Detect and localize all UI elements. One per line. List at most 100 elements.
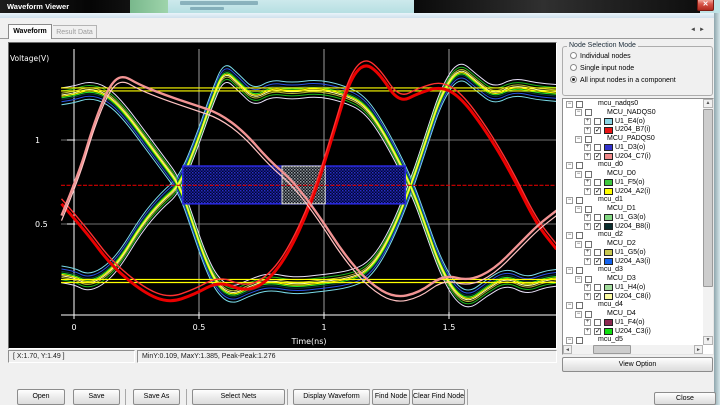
checkbox[interactable] [585,109,592,116]
tree-row[interactable]: −mcu_d3 [563,266,704,275]
tree-row[interactable]: +✓U204_C3(i) [563,328,704,337]
checkbox[interactable] [576,267,583,274]
scroll-down-icon[interactable]: ▼ [703,336,713,345]
tab-result-data[interactable]: Result Data [53,25,97,39]
checkbox[interactable]: ✓ [594,223,601,230]
checkbox[interactable]: ✓ [594,258,601,265]
tree-row[interactable]: −MCU_PADQS0 [563,135,704,144]
expand-icon[interactable]: + [584,179,591,186]
checkbox[interactable] [585,241,592,248]
collapse-icon[interactable]: − [566,232,573,239]
tree-row[interactable]: +U1_E4(o) [563,118,704,127]
window-titlebar[interactable]: Waveform Viewer ✕ [0,0,720,13]
radio-icon[interactable] [570,52,577,59]
tree-row[interactable]: −MCU_D4 [563,310,704,319]
collapse-icon[interactable]: − [575,136,582,143]
checkbox[interactable]: ✓ [594,293,601,300]
collapse-icon[interactable]: − [566,302,573,309]
tree-row[interactable]: +✓U204_B7(i) [563,126,704,135]
checkbox[interactable] [576,232,583,239]
tree-row[interactable]: −mcu_d0 [563,161,704,170]
tree-row[interactable]: +U1_H4(o) [563,284,704,293]
expand-icon[interactable]: + [584,144,591,151]
checkbox[interactable] [594,179,601,186]
tree-row[interactable]: −MCU_D0 [563,170,704,179]
save-button[interactable]: Save [73,389,120,405]
checkbox[interactable] [594,249,601,256]
tree-row[interactable]: −MCU_D2 [563,240,704,249]
checkbox[interactable] [576,101,583,108]
tree-row[interactable]: +U1_F5(o) [563,179,704,188]
tree-row[interactable]: +U1_G5(o) [563,249,704,258]
collapse-icon[interactable]: − [575,109,582,116]
expand-icon[interactable]: + [584,328,591,335]
tree-row[interactable]: +U1_F4(o) [563,319,704,328]
expand-icon[interactable]: + [584,118,591,125]
checkbox[interactable] [585,206,592,213]
radio-icon[interactable] [570,64,577,71]
tree-row[interactable]: +✓U204_B8(i) [563,223,704,232]
find-node-button[interactable]: Find Node [372,389,410,405]
tree-row[interactable]: −mcu_d4 [563,301,704,310]
expand-icon[interactable]: + [584,214,591,221]
checkbox[interactable] [576,337,583,344]
collapse-icon[interactable]: − [566,337,573,344]
tree-row[interactable]: −mcu_d5 [563,336,704,345]
checkbox[interactable]: ✓ [594,127,601,134]
checkbox[interactable] [594,214,601,221]
checkbox[interactable] [594,144,601,151]
waveform-chart[interactable]: Voltage(V)00.511.510.5Time(ns) [9,43,556,348]
close-button[interactable]: Close [654,392,716,405]
checkbox[interactable]: ✓ [594,328,601,335]
collapse-icon[interactable]: − [575,311,582,318]
expand-icon[interactable]: + [584,319,591,326]
checkbox[interactable] [585,171,592,178]
tree-row[interactable]: −mcu_nadqs0 [563,100,704,109]
tree-vscroll-thumb[interactable] [703,109,713,287]
radio-option-0[interactable]: Individual nodes [570,52,631,62]
checkbox[interactable] [594,118,601,125]
checkbox[interactable]: ✓ [594,188,601,195]
scroll-right-icon[interactable]: ► [694,345,703,354]
checkbox[interactable] [594,284,601,291]
collapse-icon[interactable]: − [566,267,573,274]
radio-option-2[interactable]: All input nodes in a component [570,76,676,86]
expand-icon[interactable]: + [584,153,591,160]
checkbox[interactable] [585,311,592,318]
tab-scroll-left-icon[interactable]: ◄ [690,27,699,33]
tab-scroll-arrows[interactable]: ◄► [690,27,708,33]
expand-icon[interactable]: + [584,127,591,134]
radio-option-1[interactable]: Single input node [570,64,634,74]
collapse-icon[interactable]: − [575,206,582,213]
tree-row[interactable]: +✓U204_C7(i) [563,153,704,162]
view-option-button[interactable]: View Option [562,357,713,372]
expand-icon[interactable]: + [584,258,591,265]
tree-row[interactable]: +✓U204_C8(i) [563,293,704,302]
tab-waveform[interactable]: Waveform [8,24,52,39]
checkbox[interactable] [576,302,583,309]
collapse-icon[interactable]: − [566,162,573,169]
checkbox[interactable] [585,276,592,283]
clear-find-node-button[interactable]: Clear Find Node [412,389,465,405]
collapse-icon[interactable]: − [566,197,573,204]
tree-row[interactable]: +✓U204_A2(i) [563,188,704,197]
expand-icon[interactable]: + [584,223,591,230]
expand-icon[interactable]: + [584,188,591,195]
checkbox[interactable] [594,319,601,326]
scroll-left-icon[interactable]: ◄ [563,345,572,354]
checkbox[interactable] [585,136,592,143]
expand-icon[interactable]: + [584,284,591,291]
tree-row[interactable]: +U1_G3(o) [563,214,704,223]
tree-hscrollbar[interactable] [563,345,703,354]
expand-icon[interactable]: + [584,249,591,256]
display-waveform-button[interactable]: Display Waveform [293,389,370,405]
checkbox[interactable] [576,162,583,169]
scroll-up-icon[interactable]: ▲ [703,99,713,108]
tab-scroll-right-icon[interactable]: ► [699,27,708,33]
open-button[interactable]: Open [17,389,65,405]
tree-row[interactable]: +U1_D3(o) [563,144,704,153]
save-as-button[interactable]: Save As [133,389,180,405]
select-nets-button[interactable]: Select Nets [192,389,285,405]
checkbox[interactable]: ✓ [594,153,601,160]
collapse-icon[interactable]: − [575,241,582,248]
